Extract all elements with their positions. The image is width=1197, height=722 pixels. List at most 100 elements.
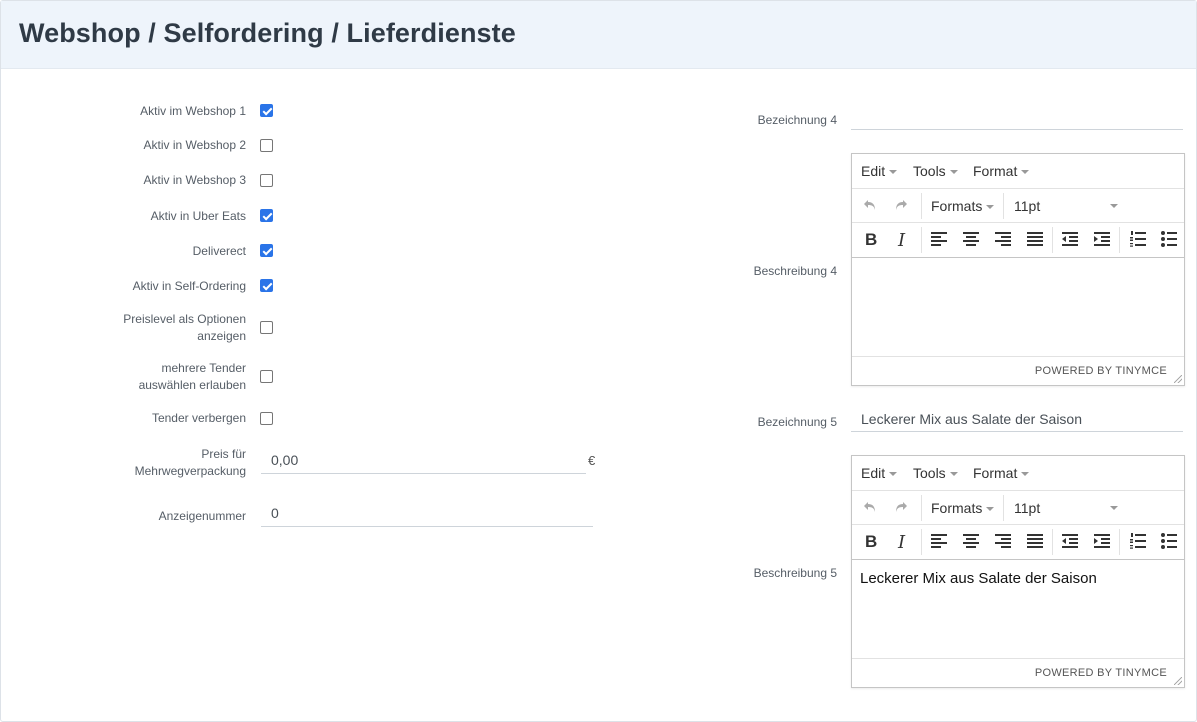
bullet-list-icon[interactable] [1161,231,1177,247]
align-left-icon[interactable] [931,534,947,548]
label-packaging-price-line1: Preis für [201,447,246,461]
outdent-icon[interactable] [1062,232,1078,246]
menu-format[interactable]: Format [973,163,1030,179]
checkbox-webshop-3[interactable] [260,174,273,187]
redo-icon[interactable] [893,197,909,213]
font-size-label: 11pt [1014,500,1041,516]
menu-tools-label: Tools [913,465,946,481]
label-webshop-2: Aktiv in Webshop 2 [143,138,247,152]
bold-icon[interactable]: B [865,230,877,250]
menu-edit[interactable]: Edit [861,163,898,179]
chevron-down-icon [949,472,958,477]
toolbar-separator [1052,529,1053,555]
chevron-down-icon [1021,472,1030,477]
checkbox-webshop-2[interactable] [260,139,273,152]
undo-icon[interactable] [862,197,878,213]
currency-unit: € [588,453,596,468]
bezeichnung-4-input[interactable] [851,103,1183,130]
toolbar-separator [1003,193,1004,219]
menu-edit[interactable]: Edit [861,465,898,481]
menu-format[interactable]: Format [973,465,1030,481]
menu-format-label: Format [973,465,1018,481]
label-bezeichnung-5: Bezeichnung 5 [757,415,837,429]
packaging-price-input[interactable]: 0,00 [261,446,586,474]
label-webshop-3: Aktiv in Webshop 3 [143,173,247,187]
checkbox-preislevel[interactable] [260,321,273,334]
powered-by-tinymce[interactable]: POWERED BY TINYMCE [1035,365,1167,377]
editor-content-4[interactable] [852,258,1184,358]
label-bezeichnung-4: Bezeichnung 4 [757,113,837,127]
bullet-list-icon[interactable] [1161,533,1177,549]
menu-edit-label: Edit [861,465,886,481]
align-justify-icon[interactable] [1027,534,1043,548]
bezeichnung-5-value: Leckerer Mix aus Salate der Saison [861,411,1082,427]
label-beschreibung-5: Beschreibung 5 [753,566,837,580]
redo-icon[interactable] [893,499,909,515]
formats-label: Formats [931,500,983,516]
numbered-list-icon[interactable] [1130,533,1146,549]
formats-dropdown[interactable]: Formats [931,500,995,516]
menu-tools-label: Tools [913,163,946,179]
label-mehrere-tender: mehrere Tender auswählen erlauben [0,360,246,394]
toolbar-separator [921,227,922,253]
label-preislevel-line2: anzeigen [197,329,246,343]
label-beschreibung-4: Beschreibung 4 [753,264,837,278]
italic-icon[interactable]: I [898,230,905,251]
editor-statusbar: POWERED BY TINYMCE [852,356,1184,385]
align-center-icon[interactable] [963,232,979,246]
numbered-list-icon[interactable] [1130,231,1146,247]
editor-content-5-text: Leckerer Mix aus Salate der Saison [860,570,1097,587]
font-size-dropdown[interactable]: 11pt [1014,198,1118,214]
font-size-dropdown[interactable]: 11pt [1014,500,1118,516]
font-size-label: 11pt [1014,198,1041,214]
menu-tools[interactable]: Tools [913,163,958,179]
align-justify-icon[interactable] [1027,232,1043,246]
checkbox-uber-eats[interactable] [260,209,273,222]
display-number-input[interactable]: 0 [261,499,593,527]
chevron-down-icon [986,205,995,210]
label-mehrere-tender-line1: mehrere Tender [161,361,247,375]
editor-toolbar-1: Formats 11pt [852,491,1184,525]
indent-icon[interactable] [1094,232,1110,246]
toolbar-separator [921,495,922,521]
editor-toolbar-1: Formats 11pt [852,189,1184,223]
label-display-number: Anzeigenummer [158,509,246,523]
page-header: Webshop / Selfordering / Lieferdienste [1,1,1196,69]
label-uber-eats: Aktiv in Uber Eats [150,209,246,223]
menu-format-label: Format [973,163,1018,179]
toolbar-separator [1119,227,1120,253]
chevron-down-icon [1021,170,1030,175]
checkbox-deliverect[interactable] [260,244,273,257]
outdent-icon[interactable] [1062,534,1078,548]
editor-statusbar: POWERED BY TINYMCE [852,658,1184,687]
editor-toolbar-2: B I [852,525,1184,560]
italic-icon[interactable]: I [898,532,905,553]
display-number-value: 0 [271,505,279,521]
align-right-icon[interactable] [995,232,1011,246]
label-packaging-price-line2: Mehrwegverpackung [134,464,246,478]
chevron-down-icon [986,507,995,512]
bezeichnung-5-input[interactable]: Leckerer Mix aus Salate der Saison [851,405,1183,432]
indent-icon[interactable] [1094,534,1110,548]
resize-handle-icon[interactable] [1174,677,1182,685]
align-left-icon[interactable] [931,232,947,246]
checkbox-mehrere-tender[interactable] [260,370,273,383]
resize-handle-icon[interactable] [1174,375,1182,383]
bold-icon[interactable]: B [865,532,877,552]
chevron-down-icon [889,170,898,175]
menu-edit-label: Edit [861,163,886,179]
toolbar-separator [921,193,922,219]
label-packaging-price: Preis für Mehrwegverpackung [0,446,246,480]
editor-menubar: Edit Tools Format [852,154,1184,189]
editor-content-5[interactable]: Leckerer Mix aus Salate der Saison [852,560,1184,660]
menu-tools[interactable]: Tools [913,465,958,481]
powered-by-tinymce[interactable]: POWERED BY TINYMCE [1035,667,1167,679]
chevron-down-icon [889,472,898,477]
formats-dropdown[interactable]: Formats [931,198,995,214]
rich-text-editor-5: Edit Tools Format Formats 11pt B I Lecke… [851,455,1185,688]
rich-text-editor-4: Edit Tools Format Formats 11pt B I POWER… [851,153,1185,386]
undo-icon[interactable] [862,499,878,515]
align-center-icon[interactable] [963,534,979,548]
checkbox-self-ordering[interactable] [260,279,273,292]
align-right-icon[interactable] [995,534,1011,548]
